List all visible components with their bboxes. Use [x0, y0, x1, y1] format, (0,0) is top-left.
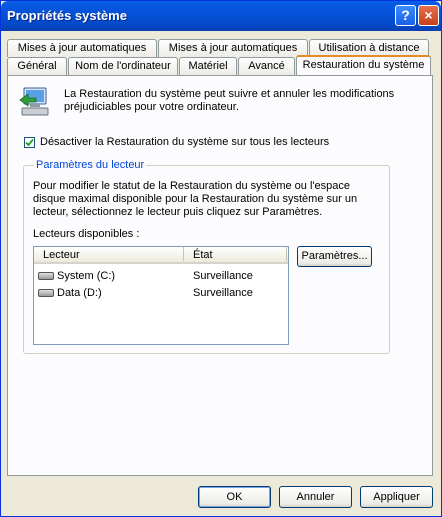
- list-item[interactable]: System (C:) Surveillance: [34, 268, 288, 284]
- drive-name: Data (D:): [57, 287, 102, 299]
- list-item[interactable]: Data (D:) Surveillance: [34, 285, 288, 301]
- group-label: Paramètres du lecteur: [34, 159, 147, 171]
- help-button[interactable]: ?: [395, 5, 416, 26]
- tab-avance[interactable]: Avancé: [238, 57, 295, 75]
- tab-mises-a-jour-2[interactable]: Mises à jour automatiques: [158, 39, 308, 57]
- tab-nom-ordinateur[interactable]: Nom de l'ordinateur: [68, 57, 178, 75]
- system-properties-dialog: Propriétés système ? × Mises à jour auto…: [0, 0, 442, 517]
- column-header-state[interactable]: État: [193, 249, 213, 261]
- cancel-button[interactable]: Annuler: [279, 486, 352, 508]
- drive-state: Surveillance: [193, 270, 253, 282]
- apply-button[interactable]: Appliquer: [360, 486, 433, 508]
- tab-materiel[interactable]: Matériel: [179, 57, 237, 75]
- list-header: Lecteur État: [34, 247, 288, 264]
- tab-mises-a-jour-1[interactable]: Mises à jour automatiques: [7, 39, 157, 57]
- available-drives-label: Lecteurs disponibles :: [33, 228, 140, 240]
- system-restore-icon: [19, 87, 49, 116]
- drives-list[interactable]: Lecteur État System (C:) Surveillance Da…: [33, 246, 289, 345]
- disable-restore-checkbox[interactable]: [24, 137, 35, 148]
- tab-restauration-systeme[interactable]: Restauration du système: [296, 55, 431, 75]
- hard-drive-icon: [38, 289, 54, 297]
- settings-button[interactable]: Paramètres...: [297, 246, 372, 267]
- drive-name: System (C:): [57, 270, 116, 282]
- disable-restore-label[interactable]: Désactiver la Restauration du système su…: [40, 136, 329, 148]
- hard-drive-icon: [38, 272, 54, 280]
- drive-state: Surveillance: [193, 287, 253, 299]
- group-description: Pour modifier le statut de la Restaurati…: [33, 180, 358, 218]
- column-divider: [286, 247, 287, 261]
- column-divider: [183, 247, 184, 261]
- ok-button[interactable]: OK: [198, 486, 271, 508]
- window-title: Propriétés système: [7, 8, 127, 23]
- close-button[interactable]: ×: [418, 5, 439, 26]
- column-header-drive[interactable]: Lecteur: [43, 249, 80, 261]
- check-mark-icon: [25, 138, 34, 147]
- title-bar[interactable]: Propriétés système ? ×: [1, 1, 441, 31]
- tab-panel: La Restauration du système peut suivre e…: [7, 75, 433, 476]
- intro-text: La Restauration du système peut suivre e…: [64, 88, 395, 113]
- tab-general[interactable]: Général: [7, 57, 67, 75]
